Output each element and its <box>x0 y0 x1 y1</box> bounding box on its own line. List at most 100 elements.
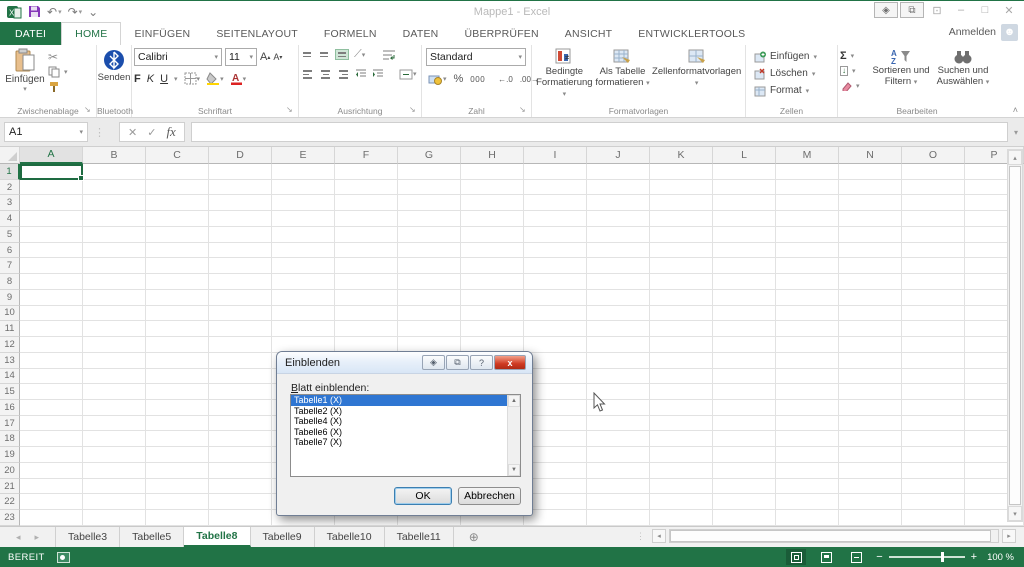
cell-b11[interactable] <box>83 321 146 338</box>
row-header-5[interactable]: 5 <box>0 226 20 243</box>
cell-i11[interactable] <box>524 321 587 338</box>
cell-b5[interactable] <box>83 226 146 243</box>
dialog-overlay-icon-1[interactable]: ◈ <box>422 355 445 370</box>
close-button[interactable]: ✕ <box>998 2 1020 18</box>
cell-l21[interactable] <box>713 478 776 495</box>
cell-c3[interactable] <box>146 195 209 212</box>
cell-i3[interactable] <box>524 195 587 212</box>
bold-button[interactable]: F <box>134 73 141 85</box>
cell-b4[interactable] <box>83 211 146 227</box>
borders-button[interactable]: ▾ <box>184 72 200 85</box>
underline-dropdown-icon[interactable]: ▾ <box>174 75 178 83</box>
fill-color-button[interactable]: ▾ <box>206 72 224 85</box>
cell-n10[interactable] <box>839 305 902 322</box>
cell-d7[interactable] <box>209 258 272 275</box>
cell-a22[interactable] <box>20 494 83 511</box>
cell-j10[interactable] <box>587 305 650 322</box>
ribbon-tab-seitenlayout[interactable]: SEITENLAYOUT <box>203 22 311 45</box>
cell-n9[interactable] <box>839 289 902 306</box>
column-header-f[interactable]: F <box>335 147 398 164</box>
cell-l2[interactable] <box>713 179 776 196</box>
cell-i18[interactable] <box>524 431 587 448</box>
cell-g5[interactable] <box>398 226 461 243</box>
cell-a9[interactable] <box>20 289 83 306</box>
cell-o9[interactable] <box>902 289 965 306</box>
cell-b2[interactable] <box>83 179 146 196</box>
expand-formula-bar-icon[interactable]: ▾ <box>1008 128 1024 137</box>
row-header-6[interactable]: 6 <box>0 242 20 259</box>
row-header-9[interactable]: 9 <box>0 289 20 306</box>
cell-b23[interactable] <box>83 510 146 526</box>
cell-n16[interactable] <box>839 400 902 416</box>
cell-b6[interactable] <box>83 242 146 259</box>
sheet-tab-tabelle3[interactable]: Tabelle3 <box>56 527 121 547</box>
copy-button[interactable]: ▾ <box>48 65 68 80</box>
row-header-1[interactable]: 1 <box>0 164 20 180</box>
cell-c9[interactable] <box>146 289 209 306</box>
row-header-17[interactable]: 17 <box>0 415 20 432</box>
cell-a23[interactable] <box>20 510 83 526</box>
row-header-15[interactable]: 15 <box>0 384 20 401</box>
cell-g8[interactable] <box>398 274 461 290</box>
cell-d19[interactable] <box>209 447 272 463</box>
cell-o18[interactable] <box>902 431 965 448</box>
cell-k21[interactable] <box>650 478 713 495</box>
cell-c23[interactable] <box>146 510 209 526</box>
hidden-sheet-item-4[interactable]: Tabelle6 (X) <box>291 427 520 438</box>
autosum-button[interactable]: Σ ▾ <box>840 49 870 64</box>
cell-d20[interactable] <box>209 462 272 479</box>
cell-j22[interactable] <box>587 494 650 511</box>
cell-i6[interactable] <box>524 242 587 259</box>
format-as-table-button[interactable]: Als Tabelle formatieren ▾ <box>595 48 651 103</box>
cell-a16[interactable] <box>20 400 83 416</box>
cell-n1[interactable] <box>839 164 902 180</box>
cell-m3[interactable] <box>776 195 839 212</box>
cell-o11[interactable] <box>902 321 965 338</box>
hidden-sheet-item-5[interactable]: Tabelle7 (X) <box>291 437 520 448</box>
cell-l22[interactable] <box>713 494 776 511</box>
cell-l20[interactable] <box>713 462 776 479</box>
cell-k19[interactable] <box>650 447 713 463</box>
cell-o21[interactable] <box>902 478 965 495</box>
cell-j18[interactable] <box>587 431 650 448</box>
insert-cells-button[interactable]: Einfügen ▾ <box>754 48 835 65</box>
ribbon-tab-datei[interactable]: DATEI <box>0 22 62 45</box>
row-header-12[interactable]: 12 <box>0 337 20 353</box>
cell-i1[interactable] <box>524 164 587 180</box>
cell-k9[interactable] <box>650 289 713 306</box>
sheet-tab-tabelle10[interactable]: Tabelle10 <box>315 527 385 547</box>
cell-k13[interactable] <box>650 352 713 369</box>
overlay-tool-icon-1[interactable]: ◈ <box>874 2 898 18</box>
cell-c5[interactable] <box>146 226 209 243</box>
cell-l18[interactable] <box>713 431 776 448</box>
collapse-ribbon-button[interactable]: ˄ <box>1013 105 1018 115</box>
cell-l15[interactable] <box>713 384 776 401</box>
column-header-b[interactable]: B <box>83 147 146 164</box>
cell-m15[interactable] <box>776 384 839 401</box>
cell-c18[interactable] <box>146 431 209 448</box>
cancel-entry-button[interactable]: ✕ <box>128 126 137 139</box>
column-header-o[interactable]: O <box>902 147 965 164</box>
name-box-dropdown-icon[interactable]: ▾ <box>79 128 83 136</box>
cell-m8[interactable] <box>776 274 839 290</box>
zoom-slider-knob[interactable] <box>940 552 944 562</box>
cell-l1[interactable] <box>713 164 776 180</box>
cell-i4[interactable] <box>524 211 587 227</box>
cell-f9[interactable] <box>335 289 398 306</box>
row-header-21[interactable]: 21 <box>0 478 20 495</box>
cell-styles-button[interactable]: Zellenformatvorlagen ▾ <box>650 48 743 103</box>
ok-button[interactable]: OK <box>394 487 452 505</box>
ribbon-display-options-button[interactable]: ⊡ <box>926 2 948 18</box>
cell-a3[interactable] <box>20 195 83 212</box>
cell-h2[interactable] <box>461 179 524 196</box>
row-header-13[interactable]: 13 <box>0 352 20 369</box>
cell-o6[interactable] <box>902 242 965 259</box>
cell-c16[interactable] <box>146 400 209 416</box>
cell-o16[interactable] <box>902 400 965 416</box>
cell-b13[interactable] <box>83 352 146 369</box>
cell-h1[interactable] <box>461 164 524 180</box>
row-header-16[interactable]: 16 <box>0 400 20 416</box>
cell-b8[interactable] <box>83 274 146 290</box>
cell-c15[interactable] <box>146 384 209 401</box>
cell-o23[interactable] <box>902 510 965 526</box>
